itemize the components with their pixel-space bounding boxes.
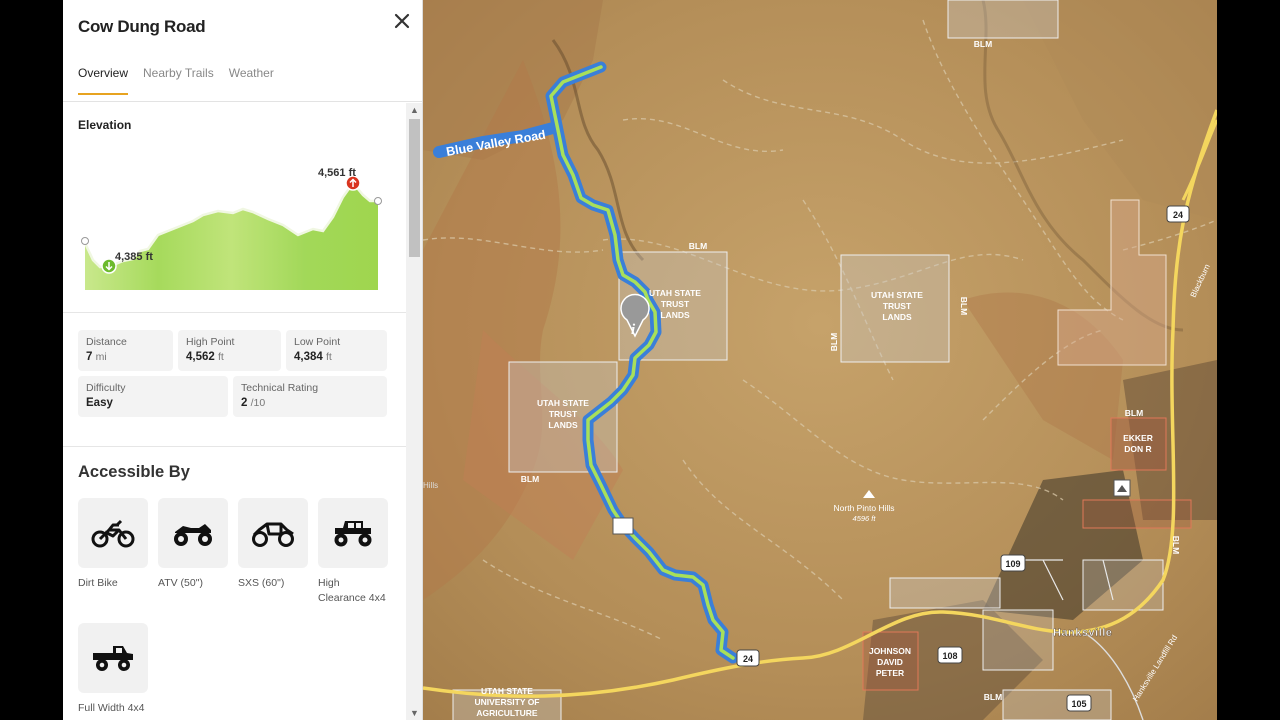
difficulty-value: Easy [86,397,113,409]
panel-content[interactable]: Elevation 4,385 ft 4,561 ft Distance 7 m… [63,103,422,720]
vehicle-label: Full Width 4x4 [78,702,145,714]
close-icon[interactable] [391,10,413,32]
tab-weather[interactable]: Weather [229,66,274,95]
route-shield-108: 108 [937,646,963,664]
vehicle-high-clearance[interactable]: High Clearance 4x4 [318,498,388,606]
blm-label: BLM [959,297,969,315]
panel-header: Cow Dung Road Overview Nearby Trails Wea… [63,0,422,102]
high-point-label: High Point [186,336,235,348]
atv-icon [174,524,212,546]
truck-icon [93,646,133,671]
panel-scrollbar[interactable]: ▲ ▼ [406,103,422,720]
map-marker-square[interactable] [612,517,634,535]
elevation-area [85,183,378,290]
vehicle-full-width[interactable]: Full Width 4x4 [78,623,148,716]
dirt-bike-icon [91,519,135,548]
vehicle-label: ATV (50") [158,577,203,589]
distance-value: 7 mi [86,351,107,363]
low-point-marker [101,258,117,274]
tab-overview[interactable]: Overview [78,66,129,95]
distance-label: Distance [86,336,127,348]
scroll-up-arrow-icon[interactable]: ▲ [406,103,422,117]
vehicle-sxs[interactable]: SXS (60") [238,498,308,591]
scroll-thumb[interactable] [409,119,420,257]
blm-label: BLM [689,241,707,251]
elevation-chart: 4,385 ft 4,561 ft [81,167,382,290]
svg-text:109: 109 [1005,559,1020,569]
divider [63,446,406,447]
accessible-by-title: Accessible By [78,463,190,481]
high-elevation-label: 4,561 ft [318,167,356,179]
town-label: Hanksville [1053,627,1112,639]
blm-label: BLM [521,474,539,484]
vehicle-label: Dirt Bike [78,577,118,589]
elevation-title: Elevation [78,118,132,132]
svg-text:24: 24 [1173,210,1183,220]
vehicle-label: SXS (60") [238,577,285,589]
parcel-label: UTAH STATE UNIVERSITY OF AGRICULTURE [474,686,539,718]
distance-stat: Distance 7 mi [78,330,173,371]
route-shield-24: 24 [1166,205,1190,223]
blm-label: BLM [1171,536,1181,554]
jeep-icon [334,521,372,547]
route-shield-109: 109 [1000,554,1026,572]
technical-rating-value: 2 /10 [241,397,266,409]
trail-title: Cow Dung Road [78,17,206,36]
sxs-icon [252,522,294,547]
blm-label: BLM [829,333,839,351]
low-elevation-label: 4,385 ft [115,251,153,263]
high-point-value: 4,562 ft [186,351,224,363]
tab-nearby-trails[interactable]: Nearby Trails [143,66,214,95]
route-shield-105: 105 [1066,694,1092,712]
difficulty-label: Difficulty [86,382,126,394]
map-view[interactable]: Blue Valley Road i BLM BLM BLM BLM BLM B… [423,0,1217,720]
poi-icon [1113,479,1131,497]
svg-text:105: 105 [1071,699,1086,709]
hills-label: Hills [423,481,438,490]
technical-rating-label: Technical Rating [241,382,319,394]
peak-elevation: 4596 ft [853,514,877,523]
scroll-down-arrow-icon[interactable]: ▼ [406,706,422,720]
blm-label: BLM [974,39,992,49]
vehicle-dirt-bike[interactable]: Dirt Bike [78,498,148,591]
low-point-stat: Low Point 4,384 ft [286,330,387,371]
trail-details-panel: Cow Dung Road Overview Nearby Trails Wea… [63,0,423,720]
technical-rating-stat: Technical Rating 2 /10 [233,376,387,417]
vehicle-label: High Clearance 4x4 [318,577,386,604]
tab-bar: Overview Nearby Trails Weather [78,66,289,95]
svg-text:108: 108 [942,651,957,661]
peak-name: North Pinto Hills [834,503,895,513]
blm-label: BLM [1125,408,1143,418]
difficulty-stat: Difficulty Easy [78,376,228,417]
low-point-label: Low Point [294,336,341,348]
blm-label: BLM [984,692,1002,702]
vehicle-atv[interactable]: ATV (50") [158,498,228,591]
high-point-stat: High Point 4,562 ft [178,330,281,371]
svg-text:24: 24 [743,654,753,664]
map-canvas[interactable]: Blue Valley Road i BLM BLM BLM BLM BLM B… [423,0,1217,720]
low-point-value: 4,384 ft [294,351,332,363]
app-frame: Cow Dung Road Overview Nearby Trails Wea… [63,0,1217,720]
parcel-label: EKKER DON R [1123,433,1153,454]
divider [63,312,406,313]
route-shield-24: 24 [736,649,760,667]
